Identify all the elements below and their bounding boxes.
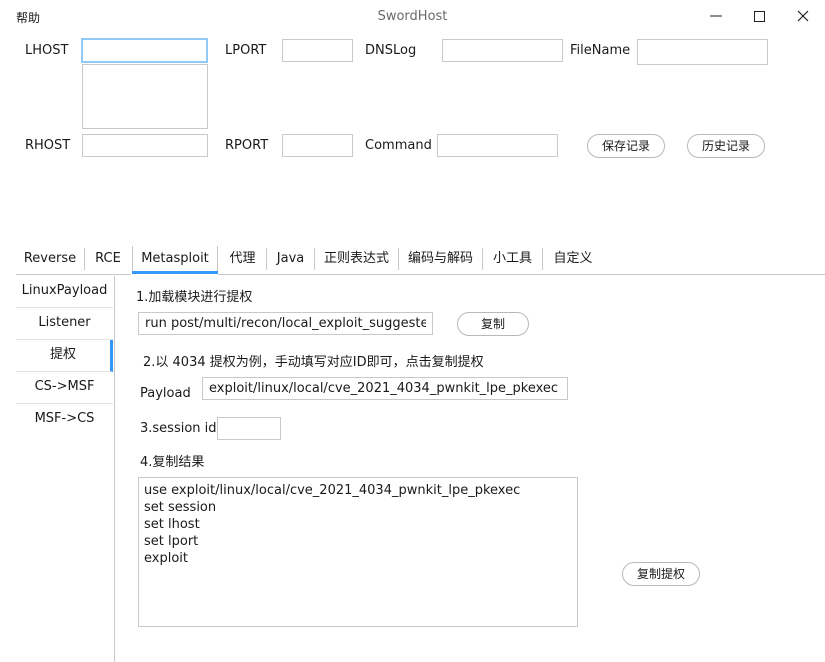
lport-input[interactable] [282, 39, 353, 62]
dnslog-label: DNSLog [365, 43, 417, 58]
copy-privesc-button[interactable]: 复制提权 [622, 562, 700, 586]
tab-regex[interactable]: 正则表达式 [315, 246, 398, 274]
lhost-input[interactable] [81, 38, 208, 63]
suggester-command-input[interactable] [138, 312, 433, 335]
result-line: set lport [144, 534, 199, 549]
rport-input[interactable] [282, 134, 353, 157]
lhost-label: LHOST [25, 43, 69, 58]
sidenav-item-msf-to-cs[interactable]: MSF->CS [16, 404, 113, 436]
maximize-icon [754, 11, 765, 22]
minimize-button[interactable] [696, 4, 736, 30]
history-button[interactable]: 历史记录 [687, 134, 765, 158]
result-line: set session [144, 500, 217, 515]
sidenav-divider [114, 276, 115, 662]
sidenav-item-linuxpayload[interactable]: LinuxPayload [16, 276, 113, 308]
command-input[interactable] [437, 134, 558, 157]
close-button[interactable] [783, 4, 823, 30]
dnslog-input[interactable] [442, 39, 563, 62]
tab-java[interactable]: Java [267, 246, 314, 274]
tab-reverse[interactable]: Reverse [16, 246, 84, 274]
rhost-input[interactable] [82, 134, 208, 157]
session-id-input[interactable] [217, 417, 281, 440]
tab-encode-decode[interactable]: 编码与解码 [399, 246, 482, 274]
command-label: Command [365, 138, 432, 153]
copy-button[interactable]: 复制 [457, 312, 529, 336]
minimize-icon [710, 15, 722, 17]
rhost-label: RHOST [25, 138, 71, 153]
payload-input[interactable] [202, 377, 568, 400]
payload-label: Payload [140, 386, 191, 401]
close-icon [797, 10, 809, 22]
tab-custom[interactable]: 自定义 [543, 246, 603, 274]
lport-label: LPORT [225, 43, 267, 58]
tab-proxy[interactable]: 代理 [219, 246, 266, 274]
sidenav-item-privesc[interactable]: 提权 [16, 340, 113, 372]
sidenav-item-listener[interactable]: Listener [16, 308, 113, 340]
title-bar: 帮助 SwordHost [0, 0, 825, 34]
step2-label: 2.以 4034 提权为例，手动填写对应ID即可，点击复制提权 [143, 355, 484, 370]
filename-label: FileName [570, 43, 631, 58]
step4-label: 4.复制结果 [140, 455, 205, 470]
active-tab-indicator [132, 271, 218, 274]
rport-label: RPORT [225, 138, 269, 153]
maximize-button[interactable] [739, 4, 779, 30]
tab-underline [218, 274, 825, 275]
tab-metasploit[interactable]: Metasploit [132, 246, 218, 274]
result-textarea[interactable]: use exploit/linux/local/cve_2021_4034_pw… [138, 477, 578, 627]
step1-label: 1.加载模块进行提权 [136, 290, 253, 305]
tab-underline [16, 274, 131, 275]
filename-input[interactable] [637, 39, 768, 65]
result-line: set lhost [144, 517, 200, 532]
sidenav-item-cs-to-msf[interactable]: CS->MSF [16, 372, 113, 404]
result-line: use exploit/linux/local/cve_2021_4034_pw… [144, 483, 521, 498]
step3-label: 3.session id [140, 421, 217, 436]
lhost-history-list[interactable] [82, 64, 208, 129]
tab-rce[interactable]: RCE [85, 246, 131, 274]
save-record-button[interactable]: 保存记录 [587, 134, 665, 158]
result-line: exploit [144, 551, 188, 566]
tab-tools[interactable]: 小工具 [483, 246, 542, 274]
